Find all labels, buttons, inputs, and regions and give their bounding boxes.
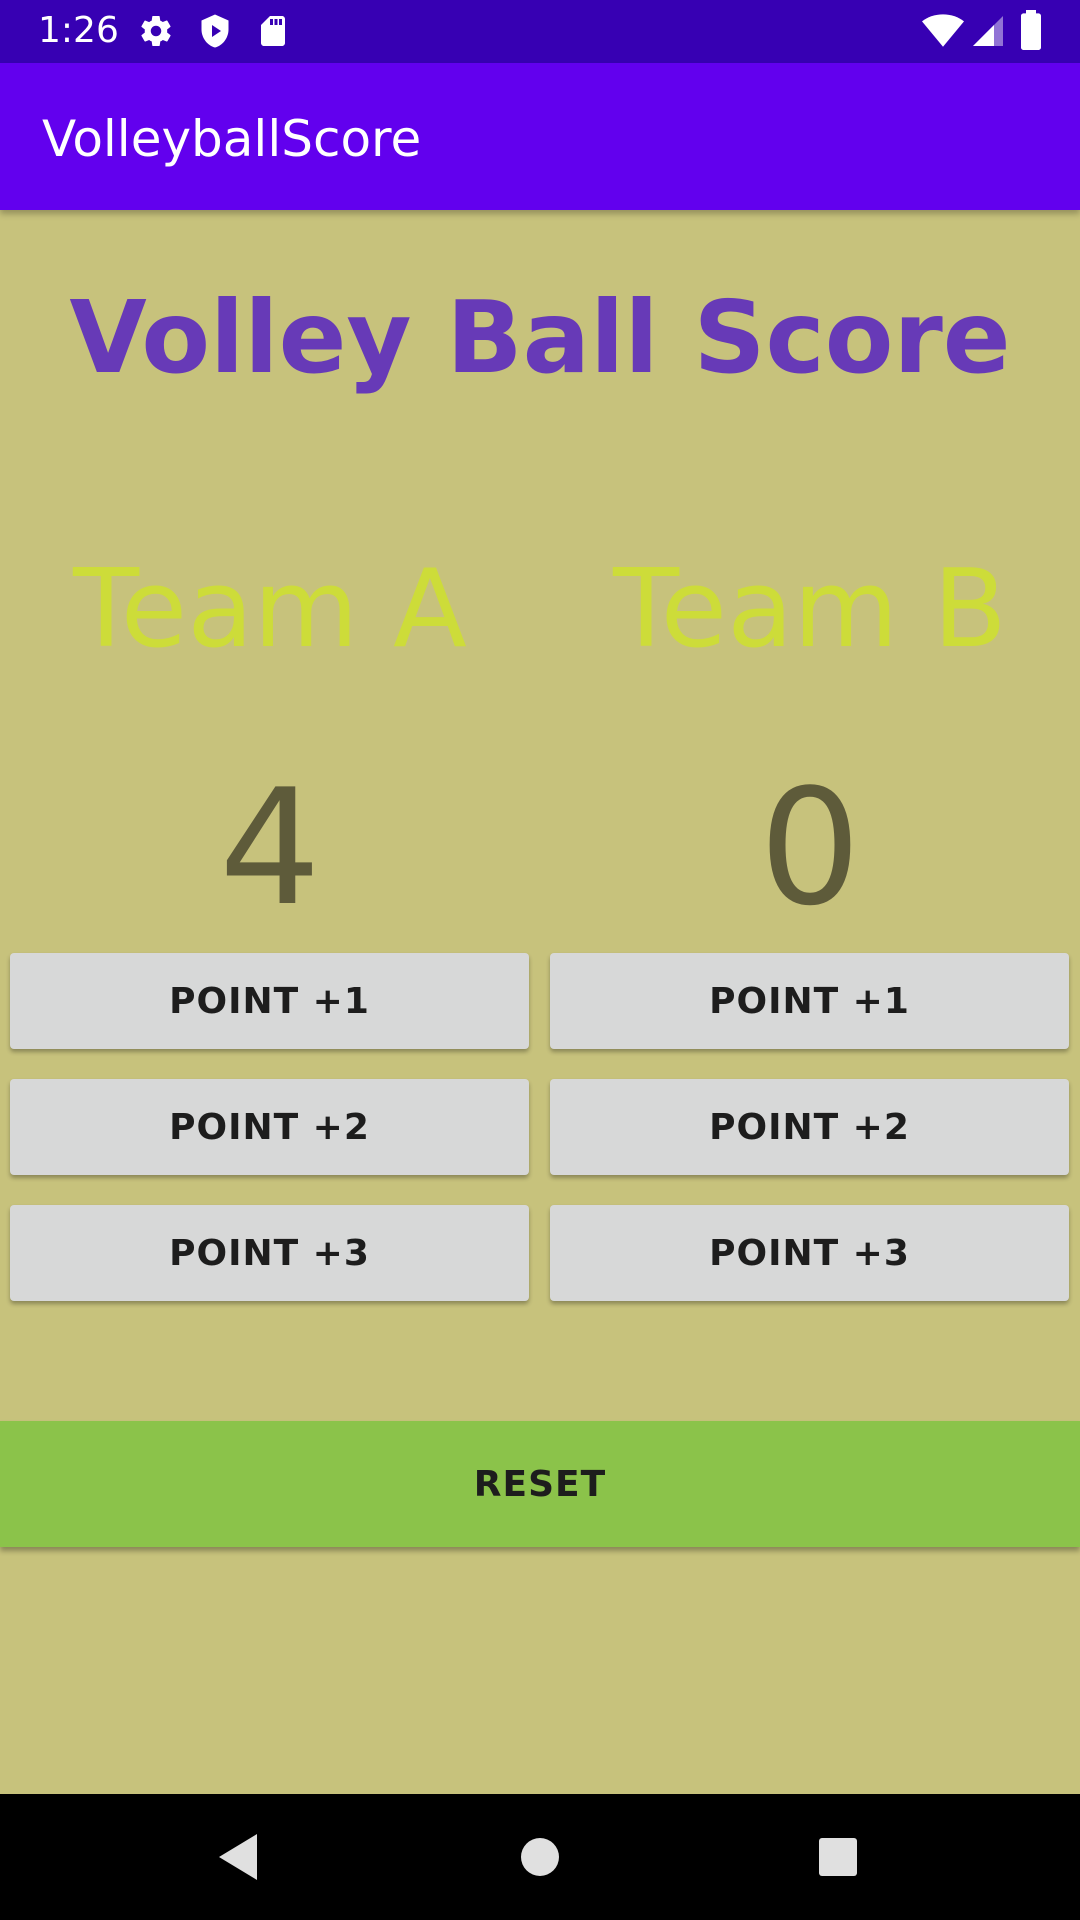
- team-b-point-plus-2-button[interactable]: POINT +2: [550, 1079, 1069, 1175]
- app-bar: VolleyballScore: [0, 63, 1080, 210]
- recents-icon[interactable]: [803, 1822, 873, 1892]
- team-a-point-plus-1-button[interactable]: POINT +1: [10, 953, 529, 1049]
- app-title: VolleyballScore: [42, 110, 422, 168]
- team-b-score: 0: [759, 754, 861, 941]
- signal-icon: [970, 13, 1006, 49]
- team-b-name: Team B: [613, 547, 1007, 672]
- shield-play-icon: [197, 13, 233, 49]
- team-a-point-plus-2-button[interactable]: POINT +2: [10, 1079, 529, 1175]
- gear-icon: [138, 13, 174, 49]
- status-bar: 1:26: [0, 0, 1080, 63]
- team-b-point-plus-1-button[interactable]: POINT +1: [550, 953, 1069, 1049]
- team-b-point-plus-3-button[interactable]: POINT +3: [550, 1205, 1069, 1301]
- battery-icon: [1016, 10, 1046, 50]
- sd-card-icon: [255, 13, 291, 49]
- home-icon[interactable]: [505, 1822, 575, 1892]
- back-icon[interactable]: [203, 1822, 273, 1892]
- team-a-score: 4: [219, 754, 321, 941]
- navigation-bar: [0, 1794, 1080, 1920]
- team-a-point-plus-3-button[interactable]: POINT +3: [10, 1205, 529, 1301]
- app-screen: 1:26 VolleyballScore Volley Ball Score T…: [0, 0, 1080, 1920]
- wifi-icon: [922, 13, 964, 49]
- status-time: 1:26: [38, 10, 119, 51]
- page-title: Volley Ball Score: [69, 279, 1011, 396]
- team-a-name: Team A: [73, 547, 467, 672]
- reset-button[interactable]: RESET: [0, 1421, 1080, 1547]
